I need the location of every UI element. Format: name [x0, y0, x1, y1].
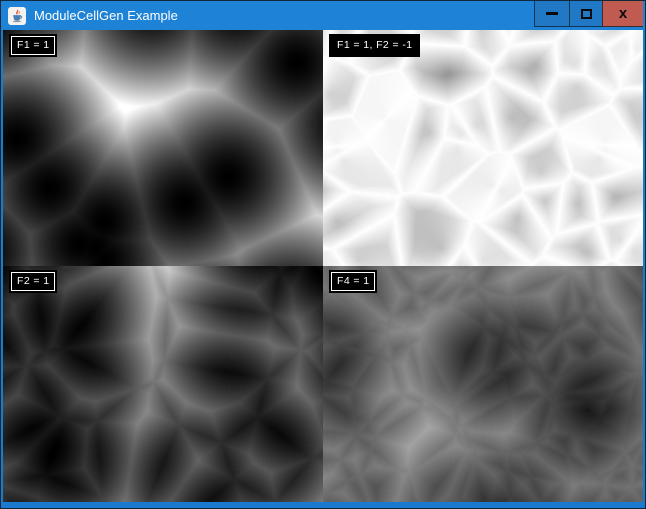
noise-grid: F1 = 1 F1 = 1, F2 = -1 F2 = 1 F4 = 1 [3, 30, 643, 502]
maximize-button[interactable] [569, 1, 602, 27]
minimize-button[interactable] [534, 1, 569, 27]
panel-label-f4: F4 = 1 [329, 270, 377, 293]
panel-f1-f2: F1 = 1, F2 = -1 [323, 30, 643, 266]
noise-image-f4 [323, 266, 643, 502]
panel-label-f2: F2 = 1 [9, 270, 57, 293]
panel-f1: F1 = 1 [3, 30, 323, 266]
minimize-icon [546, 12, 558, 15]
java-coffee-cup-icon[interactable] [8, 7, 26, 25]
noise-image-f1 [3, 30, 323, 266]
application-window: ModuleCellGen Example x F1 = 1 F1 = 1, F… [0, 0, 646, 509]
close-icon: x [619, 6, 627, 21]
noise-image-f1-f2 [323, 30, 643, 266]
window-title: ModuleCellGen Example [34, 8, 178, 23]
maximize-icon [581, 9, 592, 19]
panel-label-f1-f2: F1 = 1, F2 = -1 [329, 34, 420, 57]
noise-image-f2 [3, 266, 323, 502]
panel-label-f1: F1 = 1 [9, 34, 57, 57]
close-button[interactable]: x [602, 1, 643, 27]
panel-f2: F2 = 1 [3, 266, 323, 502]
panel-f4: F4 = 1 [323, 266, 643, 502]
window-controls: x [534, 1, 643, 27]
